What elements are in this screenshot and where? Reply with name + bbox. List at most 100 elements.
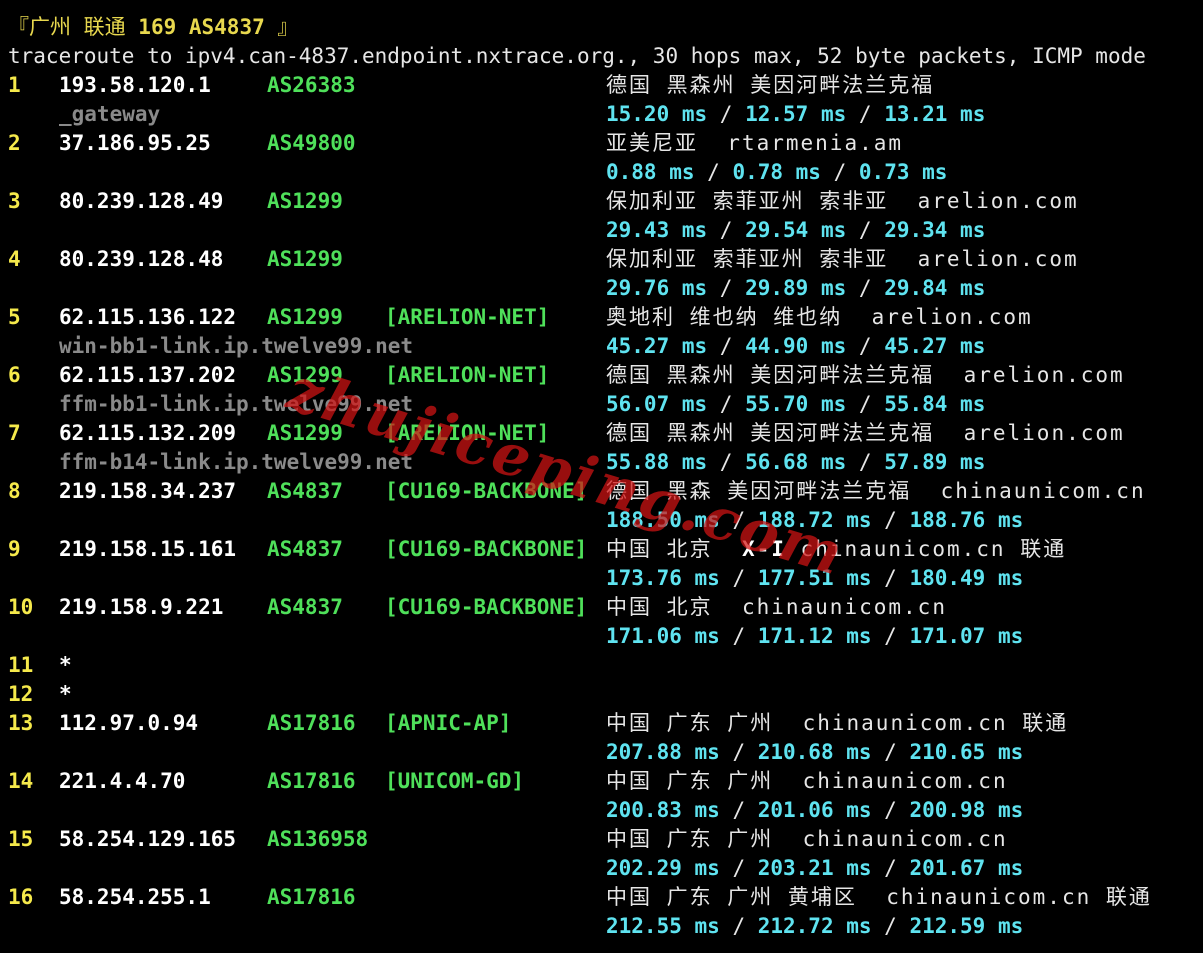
hop-rtt: 212.55 ms / 212.72 ms / 212.59 ms [606, 912, 1023, 941]
rtt-value: 29.89 ms [745, 276, 847, 300]
hop-asn: AS4837 [267, 537, 343, 561]
hop-rtt: 207.88 ms / 210.68 ms / 210.65 ms [606, 738, 1023, 767]
rtt-value: 45.27 ms [606, 334, 708, 358]
geo-domain: chinaunicom.cn 联通 [802, 711, 1069, 735]
hop-rtt: 29.43 ms / 29.54 ms / 29.34 ms [606, 216, 985, 245]
hop-asn: AS49800 [267, 131, 356, 155]
hop-geo: 中国 北京 chinaunicom.cn [606, 593, 947, 622]
rtt-separator: / [871, 914, 910, 938]
hop-rtt: 29.76 ms / 29.89 ms / 29.84 ms [606, 274, 985, 303]
geo-domain: arelion.com [963, 421, 1125, 445]
rtt-separator: / [871, 624, 910, 648]
hop-geo: 德国 黑森 美因河畔法兰克福 chinaunicom.cn [606, 477, 1146, 506]
hop-net: [ARELION-NET] [385, 305, 550, 329]
hop-rtt: 202.29 ms / 203.21 ms / 201.67 ms [606, 854, 1023, 883]
rtt-value: 212.55 ms [606, 914, 720, 938]
rtt-value: 29.54 ms [745, 218, 847, 242]
rtt-value: 177.51 ms [757, 566, 872, 590]
geo-location: 中国 广东 广州 [606, 827, 774, 851]
geo-location: 德国 黑森州 美因河畔法兰克福 [606, 363, 935, 387]
hop-geo: 德国 黑森州 美因河畔法兰克福 [606, 71, 934, 100]
hop-net: [APNIC-AP] [385, 711, 512, 735]
hop-geo: 中国 广东 广州 chinaunicom.cn 联通 [606, 709, 1068, 738]
hop-geo: 德国 黑森州 美因河畔法兰克福 arelion.com [606, 419, 1125, 448]
hop-rtt: 55.88 ms / 56.68 ms / 57.89 ms [606, 448, 985, 477]
hop-ip: 219.158.15.161 [59, 537, 237, 561]
rtt-separator: / [846, 102, 885, 126]
hop-asn: AS1299 [267, 247, 343, 271]
title-prefix: 『广州 联通 [8, 15, 139, 39]
geo-domain: arelion.com [917, 189, 1079, 213]
geo-location: 德国 黑森州 美因河畔法兰克福 [606, 73, 935, 97]
geo-location: 德国 黑森 美因河畔法兰克福 [606, 479, 912, 503]
hop-net: [CU169-BACKBONE] [385, 537, 588, 561]
rtt-separator: / [719, 508, 758, 532]
hop-asn: AS136958 [267, 827, 369, 851]
rtt-value: 55.88 ms [606, 450, 708, 474]
geo-domain: chinaunicom.cn [940, 479, 1146, 503]
rtt-value: 45.27 ms [884, 334, 986, 358]
rtt-separator: / [707, 218, 746, 242]
hop-geo: 中国 北京 X-I chinaunicom.cn 联通 [606, 535, 1066, 564]
hop-ip: 37.186.95.25 [59, 131, 211, 155]
hop-net: [CU169-BACKBONE] [385, 479, 588, 503]
hop-number: 15 [8, 827, 34, 851]
rtt-value: 55.84 ms [884, 392, 986, 416]
rtt-value: 13.21 ms [884, 102, 986, 126]
hop-number: 13 [8, 711, 34, 735]
geo-location: 保加利亚 索菲亚州 索非亚 [606, 189, 889, 213]
hop-hostname: ffm-bb1-link.ip.twelve99.net [59, 392, 414, 416]
hop-geo: 中国 广东 广州 黄埔区 chinaunicom.cn 联通 [606, 883, 1152, 912]
rtt-value: 207.88 ms [606, 740, 720, 764]
hop-net: [CU169-BACKBONE] [385, 595, 588, 619]
hop-asn: AS4837 [267, 595, 343, 619]
trace-title: 『广州 联通 169 AS4837 』 [8, 13, 298, 42]
geo-domain: arelion.com [963, 363, 1125, 387]
hop-number: 16 [8, 885, 34, 909]
rtt-separator: / [820, 160, 859, 184]
hop-geo: 中国 广东 广州 chinaunicom.cn [606, 825, 1008, 854]
hop-number: 6 [8, 363, 21, 387]
rtt-value: 171.06 ms [606, 624, 720, 648]
geo-domain: rtarmenia.am [727, 131, 904, 155]
rtt-value: 212.59 ms [909, 914, 1024, 938]
terminal-output: 『广州 联通 169 AS4837 』 traceroute to ipv4.c… [0, 0, 1203, 953]
hop-number: 4 [8, 247, 21, 271]
hop-hostname: _gateway [59, 102, 161, 126]
title-suffix: 』 [264, 15, 299, 39]
rtt-separator: / [719, 624, 758, 648]
rtt-value: 180.49 ms [909, 566, 1024, 590]
rtt-value: 55.70 ms [745, 392, 847, 416]
rtt-value: 202.29 ms [606, 856, 720, 880]
geo-location: 保加利亚 索菲亚州 索非亚 [606, 247, 889, 271]
hop-rtt: 0.88 ms / 0.78 ms / 0.73 ms [606, 158, 947, 187]
hop-number: 7 [8, 421, 21, 445]
hop-asn: AS4837 [267, 479, 343, 503]
rtt-value: 210.65 ms [909, 740, 1024, 764]
rtt-value: 29.43 ms [606, 218, 708, 242]
hop-asn: AS17816 [267, 769, 356, 793]
hop-ip: * [59, 682, 72, 706]
hop-geo: 亚美尼亚 rtarmenia.am [606, 129, 903, 158]
hop-number: 2 [8, 131, 21, 155]
rtt-value: 200.98 ms [909, 798, 1024, 822]
hop-number: 8 [8, 479, 21, 503]
geo-tag: X-I [741, 537, 786, 561]
geo-location: 亚美尼亚 [606, 131, 698, 155]
geo-domain: chinaunicom.cn 联通 [886, 885, 1152, 909]
rtt-separator: / [871, 566, 910, 590]
hop-number: 5 [8, 305, 21, 329]
hop-ip: 193.58.120.1 [59, 73, 211, 97]
hop-hostname: ffm-b14-link.ip.twelve99.net [59, 450, 414, 474]
hop-rtt: 171.06 ms / 171.12 ms / 171.07 ms [606, 622, 1023, 651]
hop-ip: 219.158.34.237 [59, 479, 237, 503]
hop-ip: 80.239.128.49 [59, 189, 224, 213]
geo-location: 中国 北京 [606, 537, 713, 561]
rtt-value: 201.67 ms [909, 856, 1024, 880]
hop-number: 1 [8, 73, 21, 97]
rtt-separator: / [846, 218, 885, 242]
rtt-value: 12.57 ms [745, 102, 847, 126]
geo-domain: arelion.com [917, 247, 1079, 271]
geo-location: 中国 广东 广州 黄埔区 [606, 885, 857, 909]
geo-location: 中国 广东 广州 [606, 769, 774, 793]
